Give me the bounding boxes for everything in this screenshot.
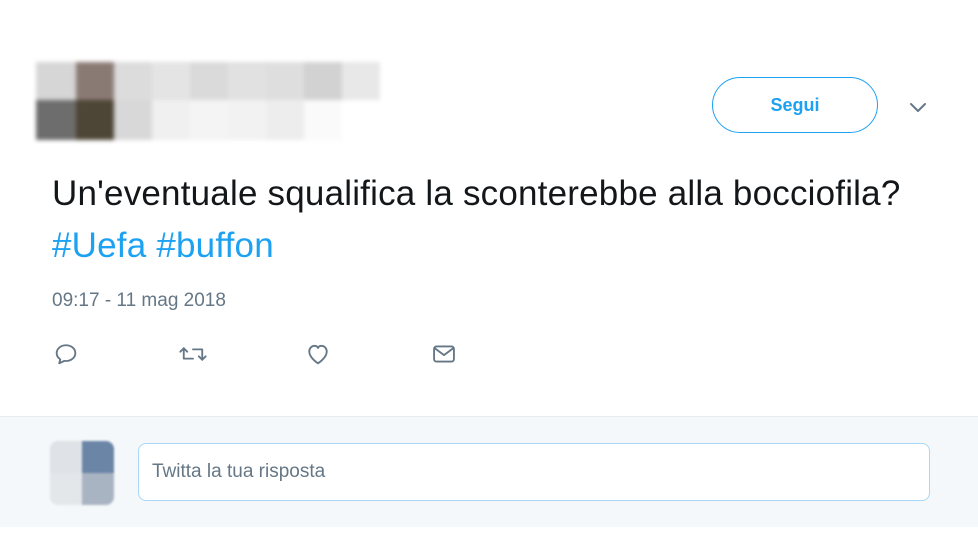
follow-button-label: Segui <box>770 94 820 115</box>
like-icon[interactable] <box>304 340 336 372</box>
blurred-user-header <box>36 62 380 140</box>
follow-button[interactable]: Segui <box>712 77 878 133</box>
tweet-text: Un'eventuale squalifica la sconterebbe a… <box>52 168 932 272</box>
chevron-down-icon[interactable] <box>906 96 930 120</box>
hashtag-uefa[interactable]: #Uefa <box>52 226 146 265</box>
tweet-actions <box>52 340 472 374</box>
tweet-body: Un'eventuale squalifica la sconterebbe a… <box>52 174 901 213</box>
reply-input[interactable] <box>138 443 930 501</box>
direct-message-icon[interactable] <box>430 340 462 372</box>
reply-icon[interactable] <box>52 340 84 372</box>
tweet-card: Segui Un'eventuale squalifica la sconter… <box>0 0 978 544</box>
reply-area <box>0 416 978 527</box>
tweet-timestamp[interactable]: 09:17 - 11 mag 2018 <box>52 290 226 312</box>
avatar <box>50 441 114 505</box>
retweet-icon[interactable] <box>178 340 210 372</box>
hashtag-buffon[interactable]: #buffon <box>156 226 274 265</box>
